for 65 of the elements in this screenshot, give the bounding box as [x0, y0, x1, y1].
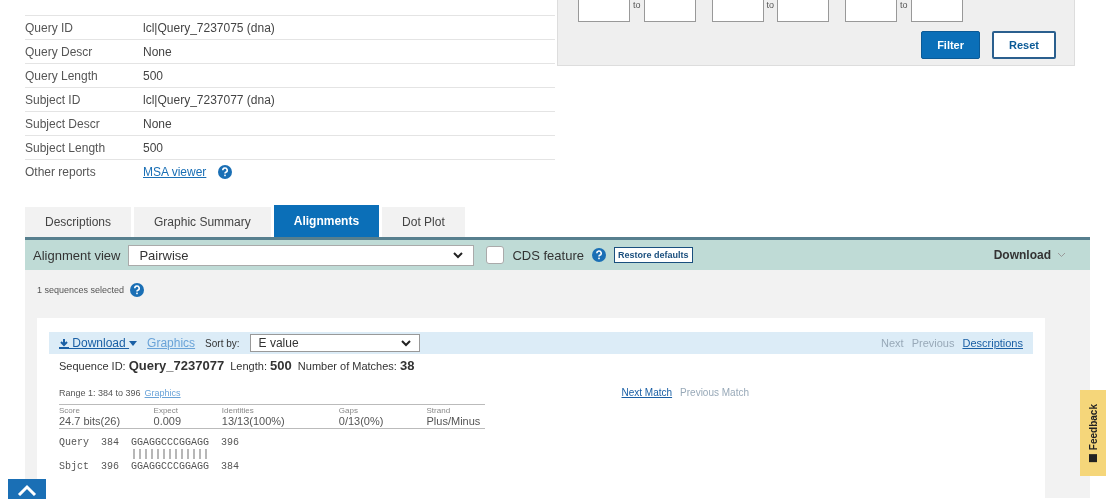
field-value: None: [143, 116, 172, 131]
field-label: Subject Length: [25, 140, 107, 155]
field-value: 500: [143, 140, 164, 155]
help-icon[interactable]: [592, 248, 606, 262]
stat-value: 13/13(100%): [221, 415, 286, 427]
stat-value: Plus/Minus: [426, 415, 482, 427]
field-label: Subject Descr: [25, 116, 101, 131]
range-input[interactable]: [777, 0, 830, 22]
alignment-view-select[interactable]: Pairwise: [128, 244, 475, 266]
stat-value: 0/13(0%): [338, 415, 385, 427]
help-icon[interactable]: [130, 283, 145, 297]
range-label: Range 1: 384 to 396: [59, 387, 141, 398]
caret-icon: [453, 251, 464, 259]
range-input[interactable]: [845, 0, 898, 22]
tab[interactable]: Alignments: [273, 205, 380, 237]
alignment-view-label: Alignment view: [33, 247, 121, 263]
range-input[interactable]: [711, 0, 764, 22]
field-label: Query ID: [25, 20, 74, 35]
field-label: Subject ID: [25, 92, 82, 107]
stat-label: Identities: [221, 406, 255, 415]
descriptions-link[interactable]: Descriptions: [962, 337, 1023, 349]
range-separator: to: [766, 0, 775, 10]
stat-value: 0.009: [153, 415, 183, 427]
stat-label: Score: [59, 406, 81, 415]
range-input[interactable]: [578, 0, 630, 22]
help-icon[interactable]: [218, 164, 233, 179]
field-value: None: [143, 44, 172, 59]
download-icon: [59, 338, 69, 349]
msa-viewer-link[interactable]: MSA viewer: [143, 164, 207, 179]
stat-label: Gaps: [338, 406, 359, 415]
restore-defaults-button[interactable]: Restore defaults: [614, 247, 693, 263]
field-label: Query Length: [25, 68, 99, 83]
sort-select[interactable]: E value: [249, 334, 420, 352]
stat-label: Strand: [426, 406, 452, 415]
field-value: lcl|Query_7237075 (dna): [143, 20, 275, 35]
caret-icon: [400, 339, 411, 347]
filter-button[interactable]: Filter: [921, 31, 981, 59]
selection-note: 1 sequences selected: [37, 285, 125, 295]
range-separator: to: [900, 0, 908, 10]
alignment-line: Query 384 GGAGGCCCGGAGG 396: [59, 437, 241, 449]
range-input[interactable]: [643, 0, 696, 22]
range-input[interactable]: [910, 0, 963, 22]
download-link[interactable]: Download: [59, 336, 138, 350]
caret-icon: [129, 341, 138, 347]
reset-button[interactable]: Reset: [992, 31, 1056, 59]
field-label: Other reports: [25, 164, 97, 179]
field-label: Query Descr: [25, 44, 94, 59]
tab[interactable]: Descriptions: [25, 207, 132, 237]
match-line: |||||||||||||: [130, 449, 211, 461]
stat-label: Expect: [153, 406, 180, 415]
checkbox[interactable]: [486, 246, 505, 264]
field-value: 500: [143, 68, 164, 83]
sort-label: Sort by:: [205, 337, 240, 349]
stat-value: 24.7 bits(26): [59, 415, 122, 427]
tab[interactable]: Graphic Summary: [134, 207, 271, 237]
alignment-line: Sbjct 396 GGAGGCCCGGAGG 384: [59, 461, 241, 473]
field-value: lcl|Query_7237077 (dna): [143, 92, 275, 107]
scroll-up-icon[interactable]: [17, 484, 37, 496]
tab[interactable]: Dot Plot: [382, 207, 465, 237]
range-separator: to: [633, 0, 641, 10]
match-link[interactable]: Next Match: [621, 387, 673, 398]
sequence-summary: Sequence ID: Query_7237077 Length: 500 Number of Matches: 38: [59, 358, 416, 373]
caret-icon: [1057, 252, 1066, 258]
cds-feature-label: CDS feature: [512, 247, 584, 263]
download-menu[interactable]: Download: [993, 248, 1066, 262]
